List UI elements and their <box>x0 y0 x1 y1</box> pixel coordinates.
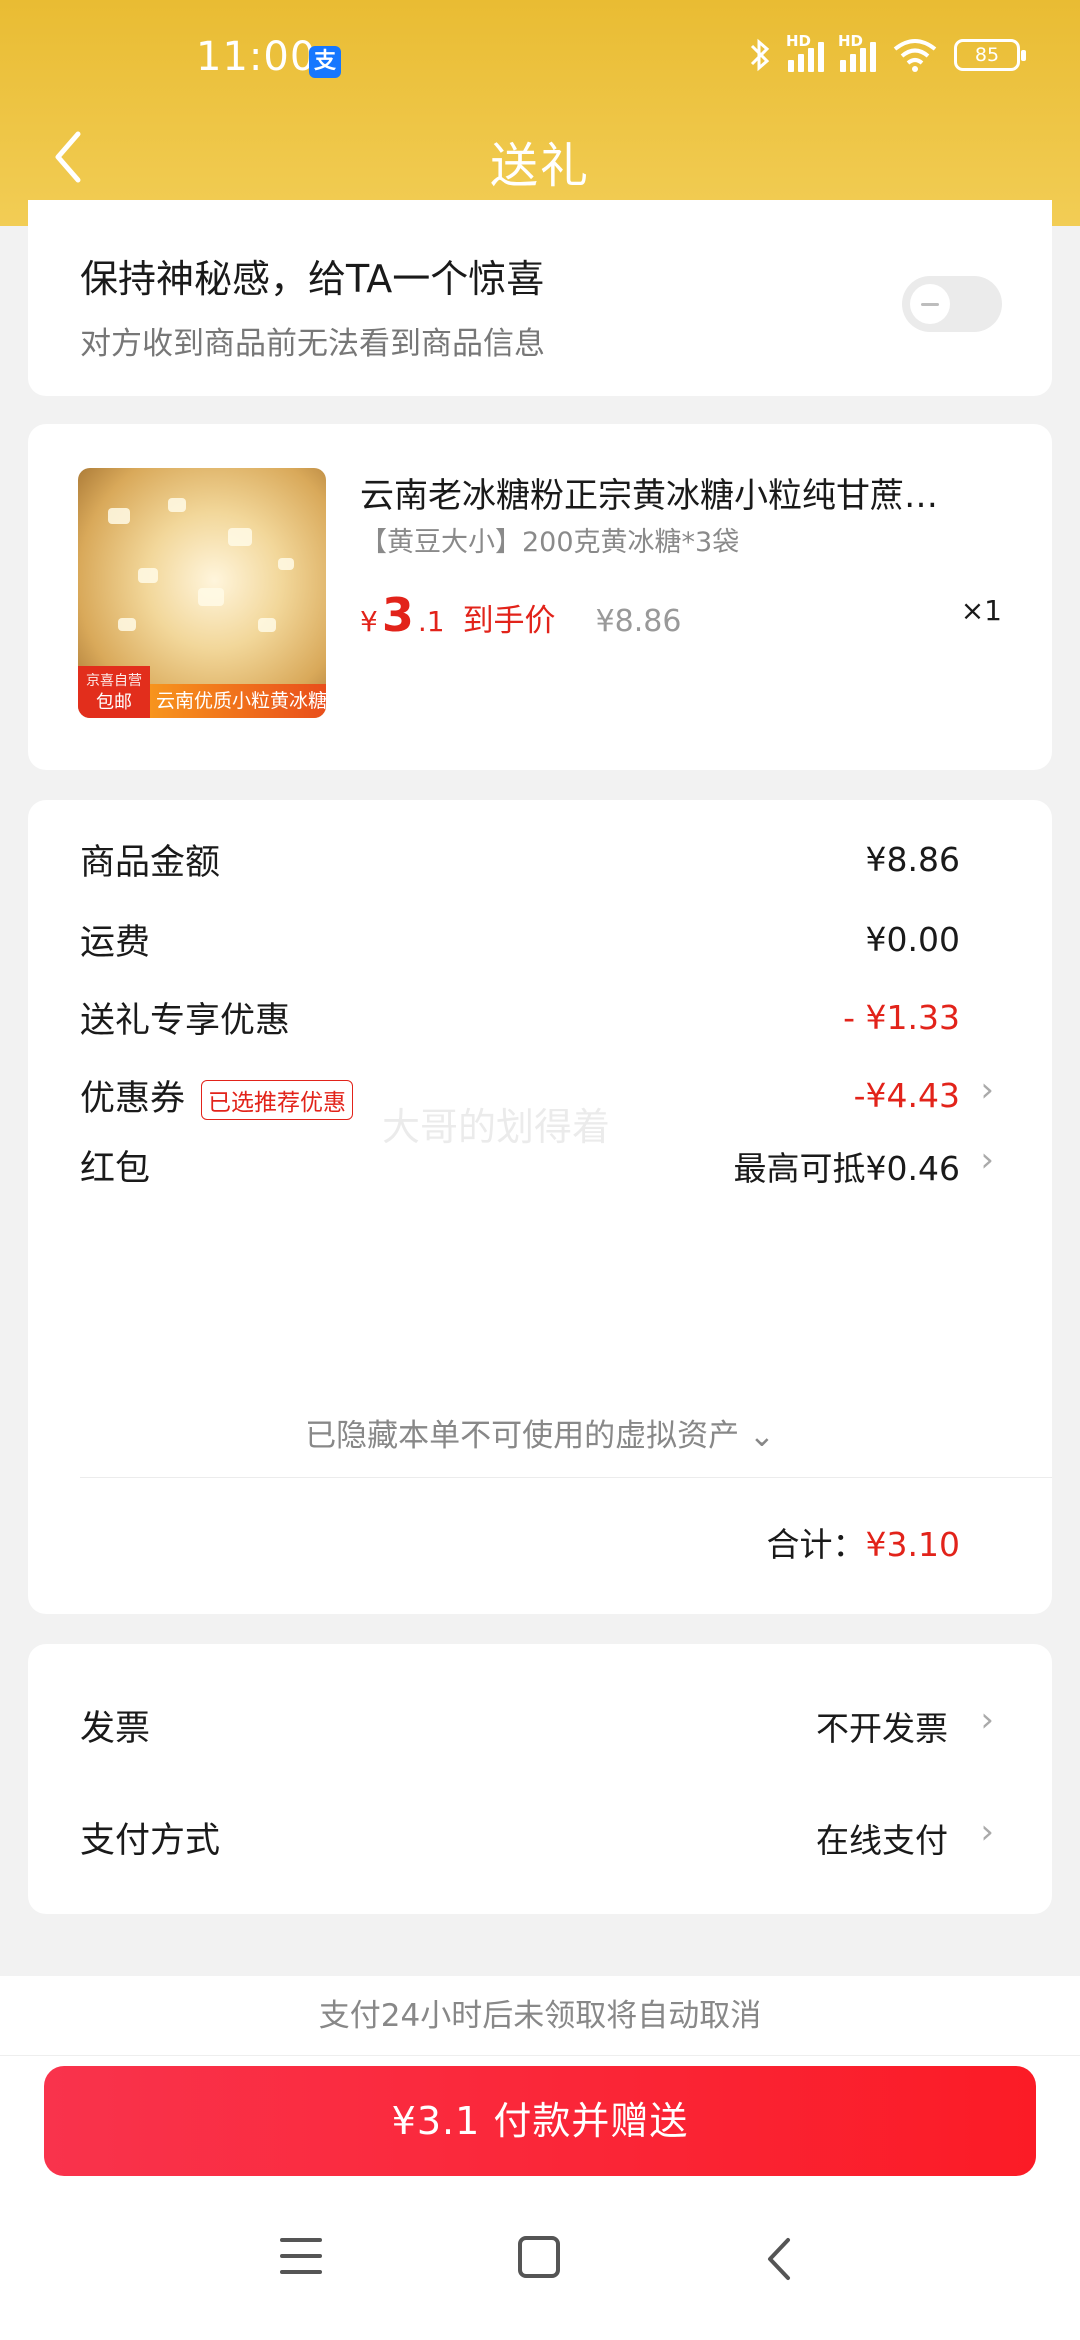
page-title: 送礼 <box>489 138 590 194</box>
shipping-row: 运费 ¥0.00 <box>80 920 960 963</box>
product-card[interactable]: 京喜自营 包邮 云南优质小粒黄冰糖 云南老冰糖粉正宗黄冰糖小粒纯甘蔗… 【黄豆大小… <box>28 424 1052 770</box>
alipay-icon: 支 <box>309 46 341 78</box>
home-icon[interactable] <box>518 2236 560 2278</box>
battery-icon: 85 <box>954 39 1026 71</box>
nav-back-icon[interactable] <box>760 2234 800 2284</box>
goods-amount-row: 商品金额 ¥8.86 <box>80 840 960 883</box>
surprise-subtitle: 对方收到商品前无法看到商品信息 <box>80 326 545 362</box>
original-price: ¥8.86 <box>595 604 682 639</box>
app-header: 11:00 支 HD HD 85 送礼 <box>0 0 1080 226</box>
payment-method-row[interactable]: 支付方式 在线支付 <box>80 1812 948 1863</box>
product-price: ¥ 3 .1 到手价 ¥8.86 <box>360 588 682 642</box>
coupon-badge: 已选推荐优惠 <box>201 1080 354 1120</box>
notice-bar: 支付24小时后未领取将自动取消 <box>0 1976 1080 2056</box>
coupon-row[interactable]: 优惠券 已选推荐优惠 -¥4.43 <box>80 1070 960 1121</box>
product-spec: 【黄豆大小】200克黄冰糖*3袋 <box>360 527 740 558</box>
system-nav-bar <box>0 2220 1080 2300</box>
price-summary-card: 大哥的划得着 商品金额 ¥8.86 运费 ¥0.00 送礼专享优惠 - ¥1.3… <box>28 800 1052 1614</box>
surprise-toggle[interactable] <box>902 276 1002 332</box>
status-icons: HD HD 85 <box>748 32 1026 74</box>
payment-chevron-icon[interactable]: › <box>980 1812 994 1852</box>
pay-and-gift-button[interactable]: ¥3.1 付款并赠送 <box>44 2066 1036 2176</box>
product-quantity: ×1 <box>960 594 1002 627</box>
auto-cancel-notice: 支付24小时后未领取将自动取消 <box>318 1998 762 2034</box>
menu-icon[interactable] <box>280 2238 322 2278</box>
hidden-assets-toggle[interactable]: 已隐藏本单不可使用的虚拟资产 ⌄ <box>28 1410 1052 1455</box>
invoice-payment-card: 发票 不开发票 › 支付方式 在线支付 › <box>28 1644 1052 1914</box>
surprise-card: 保持神秘感，给TA一个惊喜 对方收到商品前无法看到商品信息 <box>28 200 1052 396</box>
invoice-chevron-icon[interactable]: › <box>980 1700 994 1740</box>
status-time: 11:00 <box>196 34 317 80</box>
red-packet-row[interactable]: 红包 最高可抵¥0.46 <box>80 1140 960 1191</box>
product-tag: 京喜自营 包邮 <box>78 666 150 718</box>
bluetooth-icon <box>750 38 770 72</box>
surprise-title: 保持神秘感，给TA一个惊喜 <box>80 257 545 301</box>
total-amount: 合计：¥3.10 <box>766 1525 960 1564</box>
red-packet-chevron-icon[interactable]: › <box>980 1140 994 1180</box>
coupon-chevron-icon[interactable]: › <box>980 1070 994 1110</box>
signal-icon: HD <box>786 32 824 72</box>
toggle-knob <box>910 284 950 324</box>
product-image[interactable]: 京喜自营 包邮 云南优质小粒黄冰糖 <box>78 468 326 718</box>
price-label: 到手价 <box>462 603 556 639</box>
signal-icon-2: HD <box>838 32 876 72</box>
invoice-row[interactable]: 发票 不开发票 <box>80 1700 948 1751</box>
divider <box>80 1477 1052 1478</box>
bottom-area: ¥3.1 付款并赠送 <box>0 2056 1080 2340</box>
wifi-icon <box>893 39 937 72</box>
product-image-caption: 云南优质小粒黄冰糖 <box>150 684 326 718</box>
gift-discount-row: 送礼专享优惠 - ¥1.33 <box>80 998 960 1041</box>
product-name: 云南老冰糖粉正宗黄冰糖小粒纯甘蔗… <box>360 476 938 516</box>
